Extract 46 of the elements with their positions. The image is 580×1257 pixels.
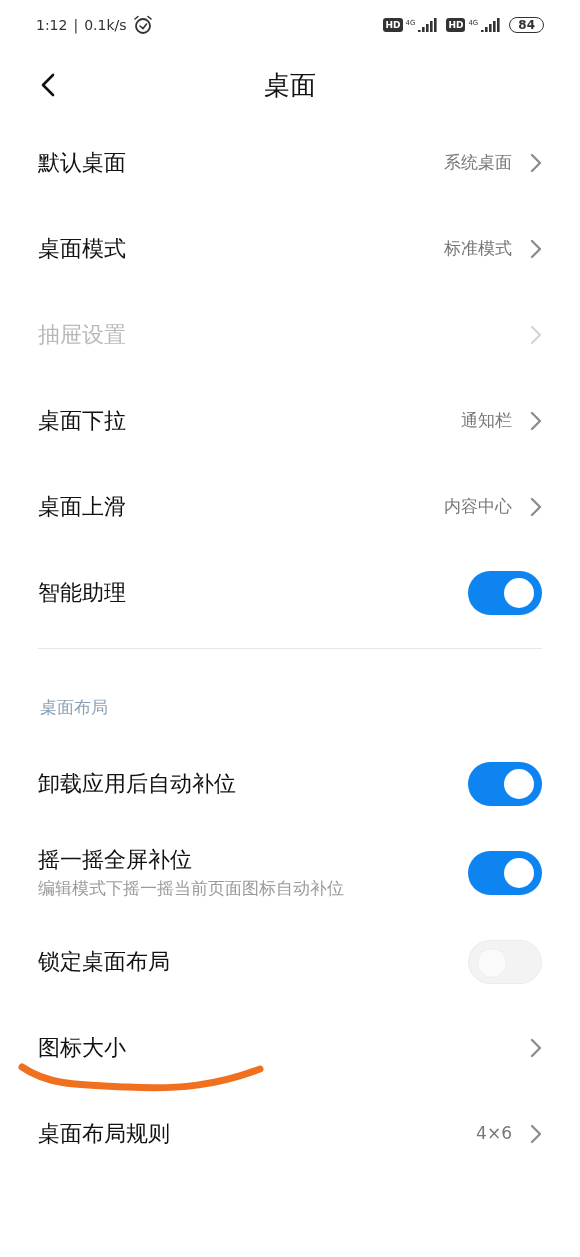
hd-badge: HD — [446, 18, 466, 32]
chevron-icon — [530, 325, 542, 345]
row-value: 内容中心 — [444, 495, 512, 519]
row-label: 摇一摇全屏补位 — [38, 845, 193, 874]
row-label: 默认桌面 — [38, 149, 127, 177]
status-separator: | — [73, 15, 79, 36]
row-label: 锁定桌面布局 — [38, 947, 171, 976]
signal-icon — [481, 18, 502, 32]
row-value: 标准模式 — [444, 237, 512, 261]
row-label: 桌面上滑 — [38, 493, 127, 521]
status-time: 1:12 — [36, 15, 68, 35]
hd-badge: HD — [383, 18, 403, 32]
chevron-icon — [530, 239, 542, 259]
row-value: 系统桌面 — [444, 151, 512, 175]
settings-row[interactable]: 桌面模式 标准模式 — [0, 206, 580, 292]
chevron-icon — [530, 411, 542, 431]
chevron-icon — [530, 153, 542, 173]
settings-row[interactable]: 智能助理 — [0, 550, 580, 636]
network-speed: 0.1k/s — [84, 15, 127, 35]
row-label: 卸载应用后自动补位 — [38, 769, 237, 798]
signal-icon — [418, 18, 439, 32]
row-value: 通知栏 — [461, 409, 512, 433]
section-header: 桌面布局 — [39, 696, 109, 719]
row-description: 编辑模式下摇一摇当前页面图标自动补位 — [38, 876, 345, 900]
settings-row[interactable]: 桌面下拉 通知栏 — [0, 378, 580, 464]
row-label: 智能助理 — [38, 579, 127, 607]
settings-row[interactable]: 默认桌面 系统桌面 — [0, 120, 580, 206]
row-label: 桌面模式 — [38, 235, 127, 263]
settings-row[interactable]: 摇一摇全屏补位 编辑模式下摇一摇当前页面图标自动补位 — [0, 826, 580, 919]
settings-row[interactable]: 卸载应用后自动补位 — [0, 740, 580, 827]
settings-row[interactable]: 桌面布局规则 4×6 — [0, 1090, 580, 1177]
toggle-switch[interactable] — [468, 571, 542, 615]
settings-row[interactable]: 图标大小 — [0, 1004, 580, 1091]
row-label: 桌面布局规则 — [38, 1119, 171, 1148]
alarm-icon — [132, 15, 153, 35]
chevron-icon — [530, 1123, 542, 1144]
page-title: 桌面 — [264, 68, 316, 102]
row-label: 抽屉设置 — [38, 321, 127, 349]
toggle-switch[interactable] — [468, 761, 542, 806]
chevron-icon — [530, 497, 542, 517]
row-label: 桌面下拉 — [38, 407, 127, 435]
settings-row[interactable]: 桌面上滑 内容中心 — [0, 464, 580, 550]
toggle-switch[interactable] — [468, 850, 542, 895]
chevron-icon — [530, 1037, 542, 1058]
row-label: 图标大小 — [38, 1033, 127, 1062]
row-value: 4×6 — [476, 1121, 512, 1145]
